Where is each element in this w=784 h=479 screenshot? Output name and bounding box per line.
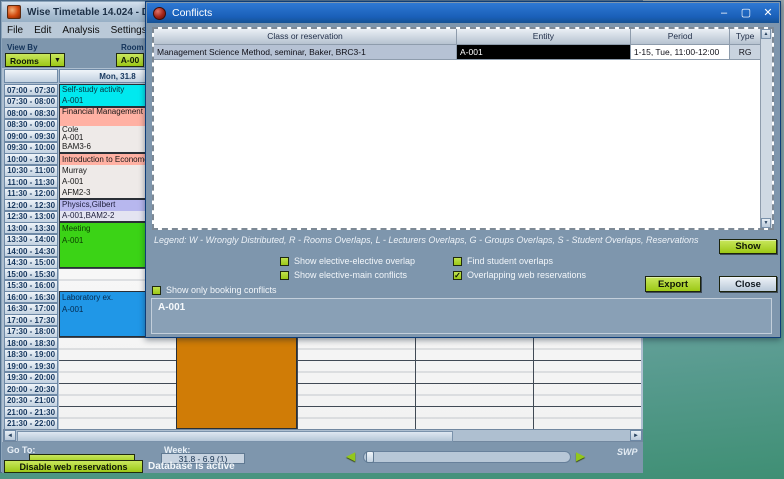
time-slot-button[interactable]: 17:00 - 17:30 — [4, 314, 58, 326]
checkbox-label: Find student overlaps — [467, 256, 553, 266]
timetable-hscrollbar[interactable]: ◄ ► — [3, 429, 643, 442]
time-slot-button[interactable]: 16:30 - 17:00 — [4, 303, 58, 315]
room-label: Room — [121, 43, 144, 52]
time-slot-button[interactable]: 07:00 - 07:30 — [4, 84, 58, 96]
checkbox-row: Show elective-main conflicts — [280, 270, 407, 280]
checkbox-show-only-booking-conflicts[interactable] — [152, 286, 161, 295]
time-slot-button[interactable]: 08:00 - 08:30 — [4, 107, 58, 119]
menu-item-file[interactable]: File — [7, 25, 23, 36]
legend-text: Legend: W - Wrongly Distributed, R - Roo… — [154, 235, 699, 245]
scroll-down-icon[interactable]: ▼ — [761, 218, 771, 228]
export-button[interactable]: Export — [645, 276, 701, 292]
hscrollbar-thumb[interactable] — [17, 431, 453, 442]
conflicts-dialog: Conflicts – ▢ ✕ Class or reservationEnti… — [145, 1, 781, 338]
view-by-value: Rooms — [6, 54, 50, 66]
time-slot-button[interactable]: 11:30 - 12:00 — [4, 188, 58, 200]
time-slot-button[interactable]: 08:30 - 09:00 — [4, 119, 58, 131]
table-header-row: Class or reservationEntityPeriodType — [154, 29, 761, 45]
time-slot-button[interactable]: 21:00 - 21:30 — [4, 406, 58, 418]
time-slot-button[interactable]: 16:00 - 16:30 — [4, 291, 58, 303]
class-cell[interactable]: Management Science Method, seminar, Bake… — [154, 45, 457, 60]
time-slot-button[interactable]: 13:00 - 13:30 — [4, 222, 58, 234]
next-week-icon[interactable]: ▶ — [576, 449, 585, 463]
time-slot-button[interactable]: 18:00 - 18:30 — [4, 337, 58, 349]
scroll-left-icon[interactable]: ◄ — [4, 430, 16, 441]
chevron-down-icon[interactable]: ▼ — [50, 54, 64, 66]
week-slider[interactable] — [363, 451, 571, 463]
room-select[interactable]: A-00 — [116, 53, 144, 67]
checkbox-show-elective-elective-overlap[interactable] — [280, 257, 289, 266]
time-slot-button[interactable]: 13:30 - 14:00 — [4, 234, 58, 246]
menu-item-analysis[interactable]: Analysis — [62, 25, 99, 36]
conflict-details-box[interactable]: A-001 — [151, 298, 772, 334]
checkbox-row: Find student overlaps — [453, 256, 553, 266]
week-slider-thumb[interactable] — [366, 451, 374, 463]
time-slot-button[interactable]: 11:00 - 11:30 — [4, 176, 58, 188]
app-icon — [7, 5, 21, 19]
time-slot-button[interactable]: 21:30 - 22:00 — [4, 418, 58, 430]
column-header-type[interactable]: Type — [730, 29, 761, 45]
scroll-right-icon[interactable]: ► — [630, 430, 642, 441]
time-slot-button[interactable]: 07:30 - 08:00 — [4, 96, 58, 108]
checkbox-label: Show elective-main conflicts — [294, 270, 407, 280]
time-slot-button[interactable]: 12:30 - 13:00 — [4, 211, 58, 223]
time-slot-button[interactable]: 14:00 - 14:30 — [4, 245, 58, 257]
time-slot-button[interactable]: 17:30 - 18:00 — [4, 326, 58, 338]
checkbox-row: Show only booking conflicts — [152, 285, 277, 295]
show-button[interactable]: Show — [719, 239, 777, 254]
checkbox-label: Show elective-elective overlap — [294, 256, 415, 266]
time-slot-button[interactable]: 15:30 - 16:00 — [4, 280, 58, 292]
disable-web-reservations-button[interactable]: Disable web reservations — [4, 460, 143, 473]
time-slot-button[interactable]: 10:30 - 11:00 — [4, 165, 58, 177]
time-slot-button[interactable]: 15:00 - 15:30 — [4, 268, 58, 280]
time-slot-button[interactable]: 10:00 - 10:30 — [4, 153, 58, 165]
maximize-icon[interactable]: ▢ — [735, 4, 757, 22]
checkbox-label: Overlapping web reservations — [467, 270, 586, 280]
time-slot-button[interactable]: 09:30 - 10:00 — [4, 142, 58, 154]
type-cell[interactable]: RG — [730, 45, 761, 60]
time-slot-button[interactable]: 12:00 - 12:30 — [4, 199, 58, 211]
close-button[interactable]: Close — [719, 276, 777, 292]
entity-cell[interactable]: A-001 — [457, 45, 631, 60]
menu-item-settings[interactable]: Settings — [111, 25, 147, 36]
close-icon[interactable]: ✕ — [757, 4, 779, 22]
checkbox-find-student-overlaps[interactable] — [453, 257, 462, 266]
minimize-icon[interactable]: – — [713, 4, 735, 22]
time-slot-button[interactable]: 19:30 - 20:00 — [4, 372, 58, 384]
conflicts-dialog-icon — [153, 7, 166, 20]
column-header-period[interactable]: Period — [631, 29, 730, 45]
status-message: Database is active — [148, 461, 235, 472]
column-header-class-or-reservation[interactable]: Class or reservation — [154, 29, 457, 45]
scroll-up-icon[interactable]: ▲ — [761, 29, 771, 39]
period-cell[interactable]: 1-15, Tue, 11:00-12:00 — [631, 45, 730, 60]
time-slot-button[interactable]: 14:30 - 15:00 — [4, 257, 58, 269]
conflicts-table: Class or reservationEntityPeriodType Man… — [152, 27, 774, 230]
time-slot-button[interactable]: 18:30 - 19:00 — [4, 349, 58, 361]
schedule-block-reservation-orange[interactable] — [176, 326, 297, 430]
view-by-label: View By — [7, 43, 38, 52]
time-slot-button[interactable]: 09:00 - 09:30 — [4, 130, 58, 142]
dialog-titlebar[interactable]: Conflicts – ▢ ✕ — [147, 3, 779, 23]
dialog-title: Conflicts — [172, 7, 713, 19]
time-slot-button[interactable]: 19:00 - 19:30 — [4, 360, 58, 372]
desktop: Wise Timetable 14.024 - Database FileEdi… — [0, 0, 784, 479]
checkbox-overlapping-web-reservations[interactable]: ✓ — [453, 271, 462, 280]
checkbox-row: Show elective-elective overlap — [280, 256, 415, 266]
conflict-details-text: A-001 — [158, 302, 771, 313]
table-row[interactable]: Management Science Method, seminar, Bake… — [154, 45, 761, 60]
time-slot-button[interactable]: 20:30 - 21:00 — [4, 395, 58, 407]
swp-label: SWP — [617, 447, 638, 457]
view-by-select[interactable]: Rooms ▼ — [5, 53, 65, 67]
time-slot-button[interactable]: 20:00 - 20:30 — [4, 383, 58, 395]
checkbox-show-elective-main-conflicts[interactable] — [280, 271, 289, 280]
table-vscrollbar[interactable]: ▲ ▼ — [760, 29, 772, 228]
checkbox-label: Show only booking conflicts — [166, 285, 277, 295]
timetable-corner-cell — [4, 69, 58, 83]
checkbox-row: ✓ Overlapping web reservations — [453, 270, 586, 280]
menu-item-edit[interactable]: Edit — [34, 25, 51, 36]
prev-week-icon[interactable]: ◀ — [346, 449, 355, 463]
column-header-entity[interactable]: Entity — [457, 29, 631, 45]
